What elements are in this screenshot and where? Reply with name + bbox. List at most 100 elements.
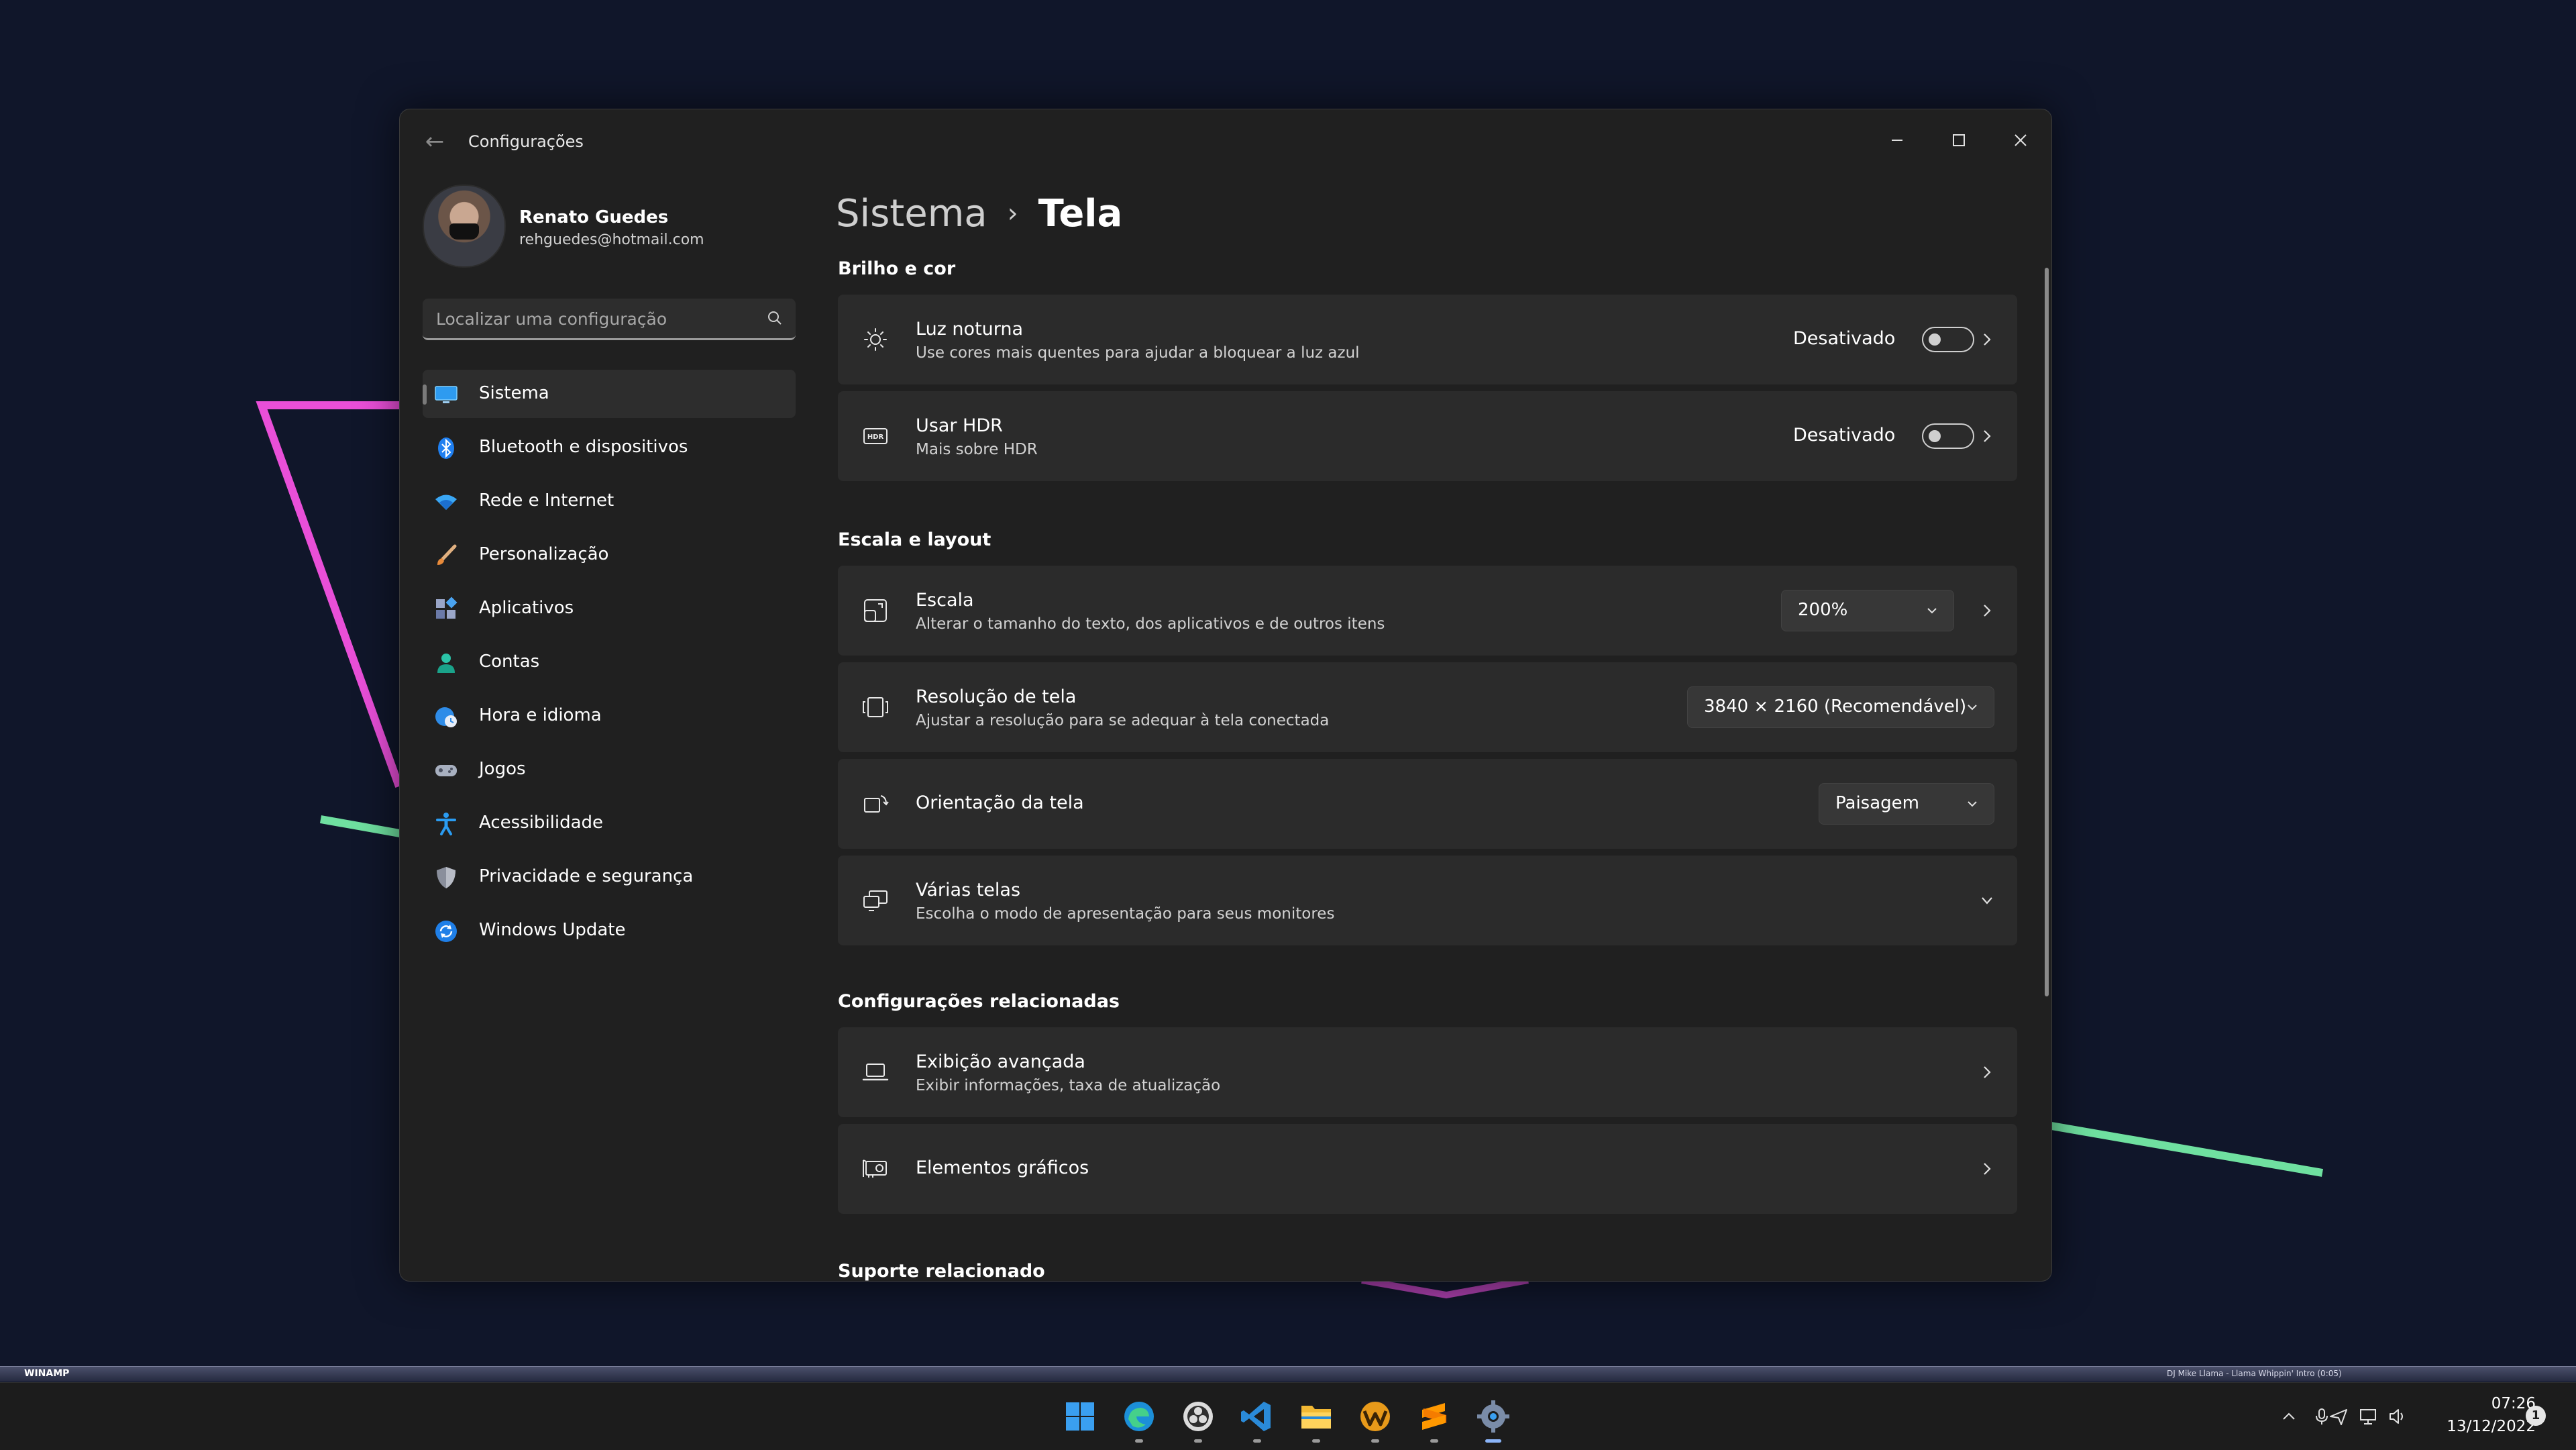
advanced-display-subtitle: Exibir informações, taxa de atualização	[916, 1077, 1221, 1094]
chevron-right-icon[interactable]	[1977, 1159, 1997, 1179]
chevron-down-icon[interactable]	[1977, 890, 1997, 911]
sidebar-item-label: Privacidade e segurança	[479, 866, 694, 886]
hdr-state: Desativado	[1793, 425, 1896, 446]
brush-icon	[437, 544, 457, 565]
back-arrow-icon[interactable]: ←	[420, 127, 449, 156]
running-indicator	[1253, 1439, 1261, 1443]
taskbar-app-obs[interactable]	[1178, 1396, 1218, 1443]
sidebar-nav: Sistema Bluetooth e dispositivos Rede e …	[423, 370, 796, 960]
winamp-bar[interactable]: WINAMP DJ Mike Llama - Llama Whippin' In…	[0, 1366, 2576, 1382]
sidebar-item-windows-update[interactable]: Windows Update	[423, 907, 796, 955]
scale-card[interactable]: Escala Alterar o tamanho do texto, dos a…	[838, 566, 2017, 656]
sidebar-item-label: Aplicativos	[479, 598, 574, 618]
graphics-card[interactable]: Elementos gráficos	[838, 1124, 2017, 1214]
sidebar-item-hora[interactable]: Hora e idioma	[423, 692, 796, 740]
chevron-right-icon[interactable]	[1977, 426, 1997, 446]
resolution-title: Resolução de tela	[916, 686, 1077, 707]
chevron-up-icon[interactable]	[2278, 1406, 2300, 1427]
chevron-right-icon[interactable]	[1977, 601, 1997, 621]
start-button[interactable]	[1060, 1396, 1100, 1437]
running-indicator	[1485, 1439, 1501, 1443]
running-indicator	[1371, 1439, 1379, 1443]
maximize-icon	[1953, 134, 1965, 146]
network-icon[interactable]	[2357, 1406, 2379, 1427]
sidebar-item-label: Acessibilidade	[479, 813, 604, 833]
bluetooth-icon	[438, 437, 454, 459]
breadcrumb-parent[interactable]: Sistema	[836, 192, 987, 236]
toggle-knob	[1929, 333, 1941, 346]
taskbar-app-settings[interactable]	[1473, 1396, 1513, 1443]
taskbar-app-file-explorer[interactable]	[1296, 1396, 1336, 1443]
clock-time: 07:26	[2491, 1395, 2536, 1412]
close-button[interactable]	[1990, 115, 2051, 166]
taskbar-app-vscode[interactable]	[1237, 1396, 1277, 1443]
monitor-icon	[435, 386, 458, 403]
multiple-displays-icon	[863, 890, 888, 911]
sidebar-item-privacidade[interactable]: Privacidade e segurança	[423, 853, 796, 901]
section-title-related-support: Suporte relacionado	[838, 1261, 1045, 1282]
location-icon[interactable]	[2328, 1406, 2349, 1427]
resolution-dropdown[interactable]: 3840 × 2160 (Recomendável)	[1687, 686, 1994, 728]
sidebar-item-contas[interactable]: Contas	[423, 638, 796, 686]
running-indicator	[1194, 1439, 1202, 1443]
chevron-right-icon[interactable]	[1977, 329, 1997, 350]
multiple-displays-subtitle: Escolha o modo de apresentação para seus…	[916, 905, 1335, 923]
notification-badge[interactable]: 1	[2526, 1406, 2546, 1426]
orientation-dropdown[interactable]: Paisagem	[1819, 783, 1994, 825]
night-light-title: Luz noturna	[916, 319, 1024, 340]
avatar	[423, 185, 506, 268]
chevron-down-icon	[1927, 608, 1937, 614]
taskbar-app-edge[interactable]	[1119, 1396, 1159, 1443]
sidebar-item-sistema[interactable]: Sistema	[423, 370, 796, 418]
volume-icon[interactable]	[2387, 1406, 2408, 1427]
clock[interactable]: 07:26 13/12/2022	[2422, 1395, 2536, 1435]
multiple-displays-card[interactable]: Várias telas Escolha o modo de apresenta…	[838, 856, 2017, 945]
section-title-related-settings: Configurações relacionadas	[838, 991, 1120, 1012]
hdr-card[interactable]: HDR Usar HDR Mais sobre HDR Desativado	[838, 391, 2017, 481]
scale-title: Escala	[916, 590, 974, 611]
apps-icon	[436, 597, 458, 619]
person-icon	[437, 654, 455, 673]
hdr-icon: HDR	[863, 428, 888, 444]
hdr-subtitle[interactable]: Mais sobre HDR	[916, 441, 1038, 458]
hdr-toggle[interactable]	[1922, 423, 1974, 449]
taskbar: 07:26 13/12/2022 1	[0, 1382, 2576, 1450]
maximize-button[interactable]	[1928, 115, 1990, 166]
hdr-title: Usar HDR	[916, 415, 1003, 436]
sidebar-item-label: Contas	[479, 652, 540, 672]
search-input[interactable]	[435, 299, 753, 339]
settings-window: ← Configurações Renato Guedes rehguedes@…	[399, 109, 2052, 1282]
night-light-toggle[interactable]	[1922, 327, 1974, 352]
shield-icon	[437, 867, 455, 888]
breadcrumb-separator: ›	[1007, 198, 1018, 229]
advanced-display-card[interactable]: Exibição avançada Exibir informações, ta…	[838, 1027, 2017, 1117]
night-light-card[interactable]: Luz noturna Use cores mais quentes para …	[838, 295, 2017, 384]
sidebar-item-jogos[interactable]: Jogos	[423, 745, 796, 794]
graphics-card-icon	[863, 1159, 887, 1178]
scale-icon	[864, 599, 887, 622]
sidebar-item-label: Personalização	[479, 544, 609, 564]
sidebar-item-aplicativos[interactable]: Aplicativos	[423, 584, 796, 633]
resolution-card: Resolução de tela Ajustar a resolução pa…	[838, 662, 2017, 752]
search-box	[423, 299, 796, 340]
sidebar-item-acessibilidade[interactable]: Acessibilidade	[423, 799, 796, 847]
taskbar-app-sublime[interactable]	[1414, 1396, 1454, 1443]
start-icon	[1066, 1402, 1094, 1431]
sidebar-item-personalizacao[interactable]: Personalização	[423, 531, 796, 579]
wifi-icon	[435, 495, 457, 510]
minimize-button[interactable]	[1866, 115, 1928, 166]
title-bar: ← Configurações	[400, 109, 2051, 176]
taskbar-app-winamp[interactable]	[1355, 1396, 1395, 1443]
sidebar-item-rede[interactable]: Rede e Internet	[423, 477, 796, 525]
scale-value: 200%	[1798, 600, 1848, 620]
resolution-value: 3840 × 2160 (Recomendável)	[1704, 696, 1967, 717]
chevron-right-icon[interactable]	[1977, 1062, 1997, 1082]
globe-clock-icon	[435, 707, 457, 727]
minimize-icon	[1892, 140, 1902, 141]
sidebar-item-bluetooth[interactable]: Bluetooth e dispositivos	[423, 423, 796, 472]
scale-dropdown[interactable]: 200%	[1781, 590, 1954, 631]
edge-icon	[1124, 1402, 1154, 1431]
laptop-icon	[862, 1064, 889, 1081]
search-icon[interactable]	[766, 309, 784, 327]
scrollbar[interactable]	[2045, 268, 2049, 996]
